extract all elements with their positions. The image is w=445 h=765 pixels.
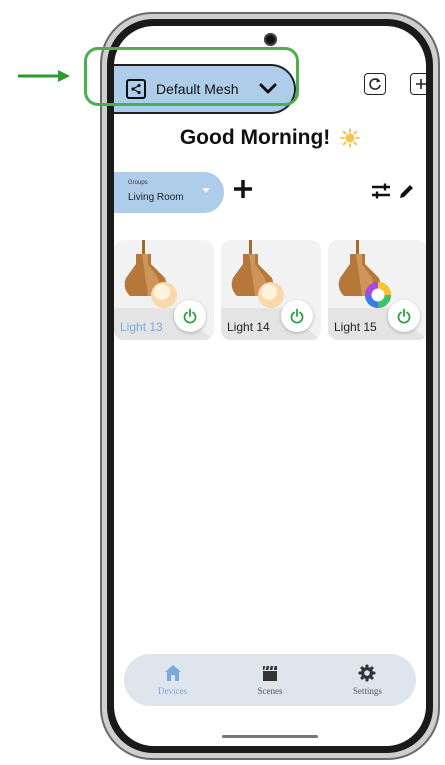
add-group-button[interactable] xyxy=(232,176,254,206)
phone-frame: Default Mesh Good Morning! Groups Living… xyxy=(100,12,440,760)
bottom-nav: Devices Scenes Settings xyxy=(124,654,416,706)
power-icon xyxy=(183,308,197,324)
device-card[interactable]: Light 15 xyxy=(328,240,426,340)
nav-scenes[interactable]: Scenes xyxy=(221,654,318,706)
pendant-lamp-rgb-icon xyxy=(338,240,391,308)
nav-label: Devices xyxy=(158,686,188,696)
add-mesh-button[interactable] xyxy=(410,73,426,95)
power-icon xyxy=(397,308,411,324)
device-card[interactable]: Light 13 xyxy=(114,240,214,340)
annotation-highlight-box xyxy=(84,47,299,106)
caret-down-icon xyxy=(202,188,210,193)
power-button[interactable] xyxy=(174,300,206,332)
plus-icon xyxy=(416,79,426,89)
power-icon xyxy=(290,308,304,324)
refresh-button[interactable] xyxy=(364,73,386,95)
nav-devices[interactable]: Devices xyxy=(124,654,221,706)
group-caption: Groups xyxy=(128,180,148,186)
camera-icon xyxy=(264,33,277,46)
device-label: Light 14 xyxy=(227,320,270,334)
group-selector[interactable]: Groups Living Room xyxy=(114,172,224,213)
gear-icon xyxy=(358,664,376,682)
power-button[interactable] xyxy=(388,300,420,332)
clapperboard-icon xyxy=(262,665,277,681)
greeting-heading: Good Morning! xyxy=(114,126,426,150)
refresh-icon xyxy=(369,78,381,90)
sun-icon xyxy=(340,128,360,149)
pendant-lamp-icon xyxy=(231,240,284,308)
group-name: Living Room xyxy=(128,192,184,203)
pencil-icon[interactable] xyxy=(398,182,416,200)
device-card[interactable]: Light 14 xyxy=(221,240,321,340)
nav-settings[interactable]: Settings xyxy=(319,654,416,706)
app-screen: Default Mesh Good Morning! Groups Living… xyxy=(114,26,426,746)
plus-icon xyxy=(234,180,252,198)
device-label: Light 15 xyxy=(334,320,377,334)
annotation-arrow xyxy=(18,70,70,82)
group-tools xyxy=(370,182,416,200)
home-icon xyxy=(164,665,181,681)
greeting-text: Good Morning! xyxy=(179,126,331,149)
power-button[interactable] xyxy=(281,300,313,332)
sliders-icon[interactable] xyxy=(370,182,392,200)
nav-label: Scenes xyxy=(257,686,283,696)
device-label: Light 13 xyxy=(120,320,163,334)
pendant-lamp-icon xyxy=(124,240,177,308)
home-indicator xyxy=(222,735,318,738)
nav-label: Settings xyxy=(352,686,382,696)
